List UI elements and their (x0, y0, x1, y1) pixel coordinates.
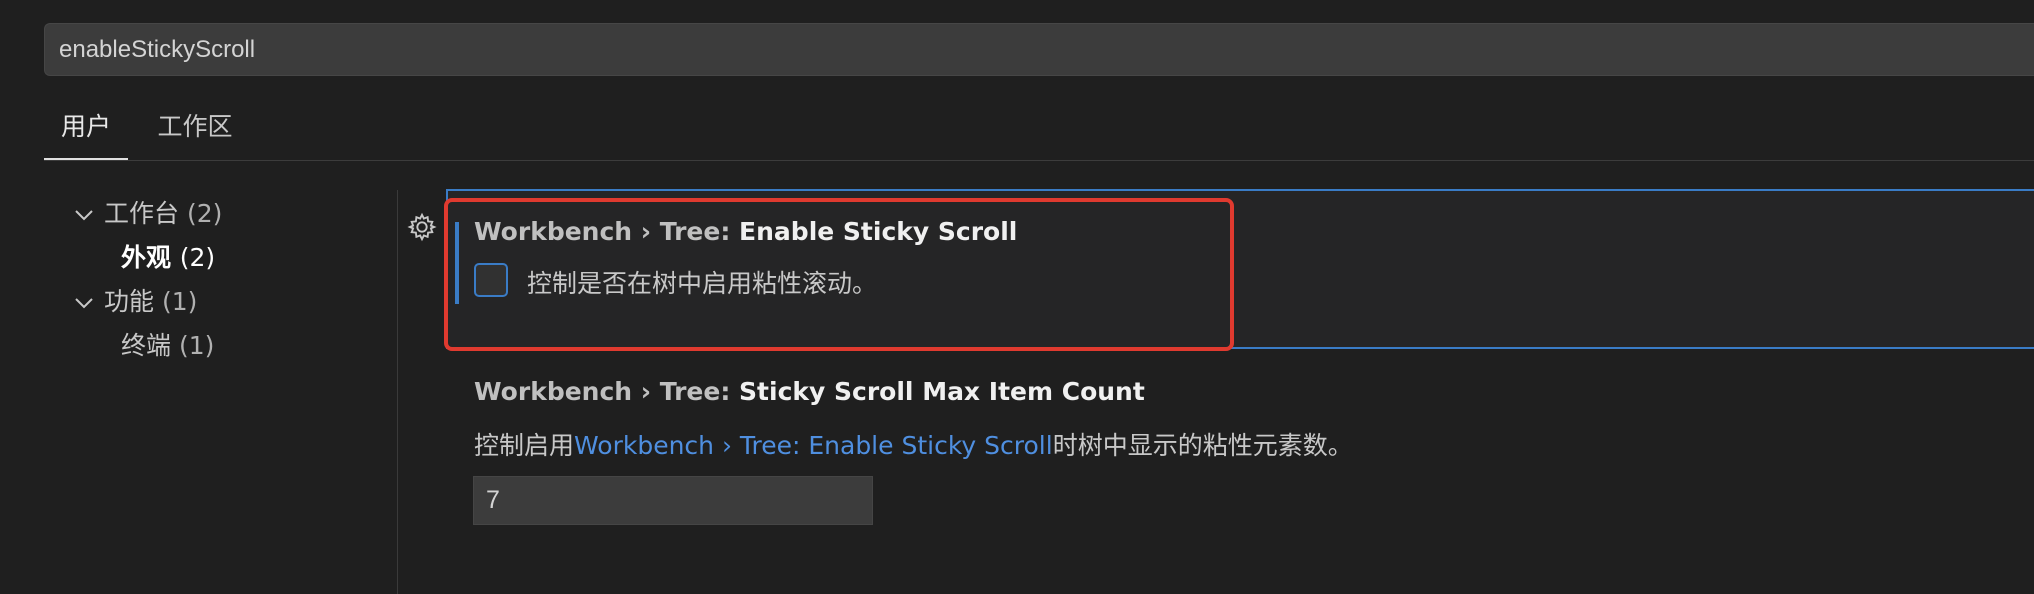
setting-name: Enable Sticky Scroll (739, 217, 1018, 246)
toc-item-label: 外观 (121, 243, 172, 272)
toc-item-count: (2) (179, 243, 216, 272)
description-suffix: 时树中显示的粘性元素数。 (1052, 431, 1353, 460)
max-item-count-field[interactable] (473, 476, 873, 525)
description-prefix: 控制启用 (474, 431, 575, 460)
toc-item-label: 终端 (121, 331, 172, 360)
toc-item-workbench[interactable]: 工作台 (2) (72, 194, 222, 230)
gear-icon[interactable] (407, 212, 437, 242)
max-item-count-input[interactable] (474, 477, 872, 524)
toc-item-count: (1) (161, 287, 198, 316)
setting-title: Workbench › Tree: Enable Sticky Scroll (474, 217, 1017, 246)
toc-item-count: (2) (186, 199, 223, 228)
tabs-divider (44, 160, 2034, 161)
setting-description: 控制启用Workbench › Tree: Enable Sticky Scro… (474, 426, 1353, 462)
settings-search-input[interactable] (45, 24, 2034, 75)
tab-user[interactable]: 用户 (44, 108, 128, 160)
settings-search-box[interactable] (44, 23, 2034, 76)
toc-item-terminal[interactable]: 终端 (1) (121, 326, 214, 362)
setting-category: Workbench › Tree: (474, 217, 740, 246)
toc-item-appearance[interactable]: 外观 (2) (121, 238, 215, 274)
enable-sticky-scroll-checkbox[interactable] (474, 263, 508, 297)
setting-title: Workbench › Tree: Sticky Scroll Max Item… (474, 377, 1145, 406)
setting-link[interactable]: Workbench › Tree: Enable Sticky Scroll (574, 431, 1053, 460)
chevron-down-icon (75, 298, 93, 309)
setting-description: 控制是否在树中启用粘性滚动。 (527, 269, 878, 298)
tab-workspace[interactable]: 工作区 (145, 108, 245, 160)
toc-item-label: 功能 (104, 287, 155, 316)
toc-divider (397, 190, 398, 594)
settings-scope-tabs: 用户 工作区 (44, 108, 2034, 161)
modified-indicator (455, 222, 459, 304)
settings-editor: 用户 工作区 工作台 (2) 外观 (2) 功能 (1) 终端 (1) Work… (0, 0, 2034, 594)
chevron-down-icon (75, 210, 93, 221)
setting-category: Workbench › Tree: (474, 377, 740, 406)
toc-item-features[interactable]: 功能 (1) (72, 282, 197, 318)
toc-item-count: (1) (178, 331, 215, 360)
setting-name: Sticky Scroll Max Item Count (739, 377, 1145, 406)
toc-item-label: 工作台 (104, 199, 180, 228)
